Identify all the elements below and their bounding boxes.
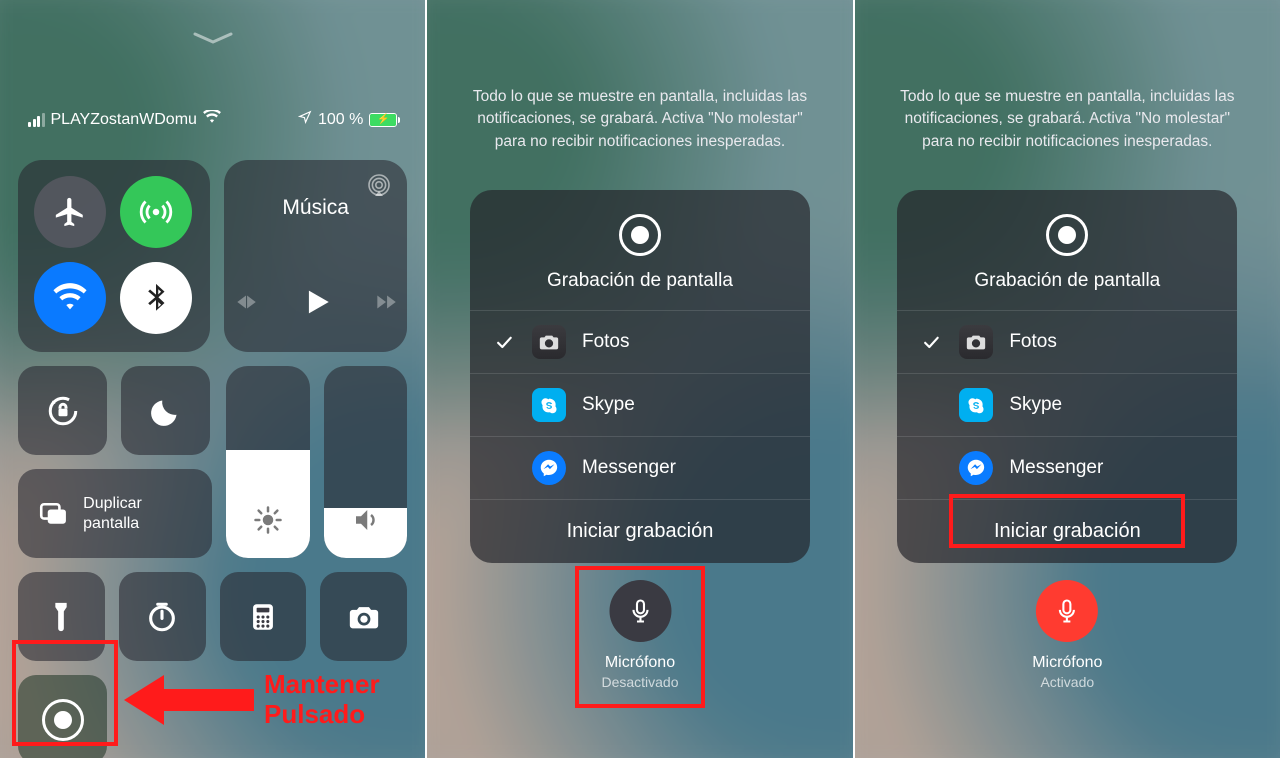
record-icon — [1046, 214, 1088, 256]
panel-recording-mic-on: Todo lo que se muestre en pantalla, incl… — [853, 0, 1280, 758]
annotation-highlight — [949, 494, 1185, 548]
destination-messenger[interactable]: Messenger — [470, 436, 810, 499]
destination-label: Fotos — [582, 331, 630, 353]
destination-photos[interactable]: Fotos — [470, 310, 810, 373]
screen-mirroring-label: Duplicar pantalla — [83, 494, 192, 534]
microphone-state: Activado — [1032, 674, 1102, 690]
check-icon — [492, 332, 516, 352]
wifi-toggle[interactable] — [34, 262, 106, 334]
cellular-signal-icon — [28, 113, 45, 127]
annotation-label: Mantener Pulsado — [264, 670, 380, 730]
sheet-title: Grabación de pantalla — [907, 270, 1227, 292]
skype-app-icon — [959, 388, 993, 422]
screen-recording-sheet: Grabación de pantalla Fotos Skype Messen… — [470, 190, 810, 563]
destination-photos[interactable]: Fotos — [897, 310, 1237, 373]
bluetooth-toggle[interactable] — [120, 262, 192, 334]
airplay-icon[interactable] — [367, 174, 391, 203]
previous-track-icon[interactable] — [233, 289, 259, 320]
photos-app-icon — [532, 325, 566, 359]
volume-icon — [351, 505, 381, 540]
carrier-name: PLAYZostanWDomu — [51, 111, 197, 129]
destination-label: Fotos — [1009, 331, 1057, 353]
screen-mirroring-button[interactable]: Duplicar pantalla — [18, 469, 212, 558]
photos-app-icon — [959, 325, 993, 359]
skype-app-icon — [532, 388, 566, 422]
destination-label: Skype — [1009, 394, 1062, 416]
check-icon — [919, 332, 943, 352]
panel-recording-mic-off: Todo lo que se muestre en pantalla, incl… — [425, 0, 852, 758]
microphone-icon — [1053, 597, 1081, 625]
camera-button[interactable] — [320, 572, 407, 661]
brightness-icon — [253, 505, 283, 540]
volume-slider[interactable] — [324, 366, 407, 558]
annotation-highlight — [12, 640, 118, 746]
airplane-mode-toggle[interactable] — [34, 176, 106, 248]
destination-messenger[interactable]: Messenger — [897, 436, 1237, 499]
next-track-icon[interactable] — [373, 289, 399, 320]
recording-notice: Todo lo que se muestre en pantalla, incl… — [895, 86, 1240, 153]
destination-label: Messenger — [582, 457, 676, 479]
sheet-title: Grabación de pantalla — [480, 270, 800, 292]
messenger-app-icon — [532, 451, 566, 485]
calculator-button[interactable] — [220, 572, 307, 661]
music-card[interactable]: Música — [224, 160, 407, 352]
location-icon — [298, 110, 312, 129]
microphone-control: Micrófono Activado — [1032, 580, 1102, 690]
destination-label: Messenger — [1009, 457, 1103, 479]
destination-label: Skype — [582, 394, 635, 416]
play-icon[interactable] — [299, 285, 333, 324]
status-bar: PLAYZostanWDomu 100 % ⚡ — [0, 110, 425, 129]
battery-percent: 100 % — [318, 111, 363, 129]
timer-button[interactable] — [119, 572, 206, 661]
connectivity-card[interactable] — [18, 160, 210, 352]
destination-skype[interactable]: Skype — [470, 373, 810, 436]
chevron-down-icon[interactable] — [191, 30, 235, 51]
annotation-arrow: Mantener Pulsado — [124, 670, 380, 730]
arrow-left-icon — [124, 675, 254, 725]
wifi-icon — [203, 110, 221, 129]
brightness-slider[interactable] — [226, 366, 309, 558]
record-icon — [619, 214, 661, 256]
panel-control-center: PLAYZostanWDomu 100 % ⚡ Música — [0, 0, 425, 758]
microphone-toggle[interactable] — [1036, 580, 1098, 642]
start-recording-button[interactable]: Iniciar grabación — [470, 499, 810, 563]
microphone-label: Micrófono — [1032, 654, 1102, 672]
cellular-data-toggle[interactable] — [120, 176, 192, 248]
battery-icon: ⚡ — [369, 113, 397, 127]
messenger-app-icon — [959, 451, 993, 485]
destination-skype[interactable]: Skype — [897, 373, 1237, 436]
orientation-lock-toggle[interactable] — [18, 366, 107, 455]
do-not-disturb-toggle[interactable] — [121, 366, 210, 455]
annotation-highlight — [575, 566, 705, 708]
recording-notice: Todo lo que se muestre en pantalla, incl… — [467, 86, 812, 153]
